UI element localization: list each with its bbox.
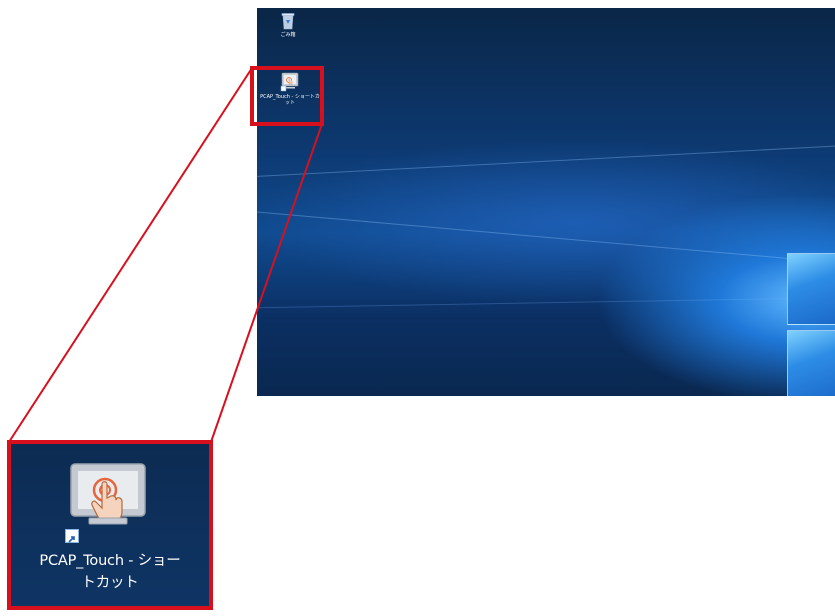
windows-logo-pane (787, 330, 835, 396)
wallpaper-light-streak (257, 208, 835, 271)
connector-line-left (8, 67, 253, 443)
zoomed-shortcut-inset: PCAP_Touch - ショー トカット (7, 440, 213, 610)
shortcut-arrow-glyph (68, 536, 75, 543)
touch-screen-hand-icon[interactable] (65, 462, 151, 532)
wallpaper-light-streak (257, 141, 835, 179)
desktop-icon-recycle-bin[interactable]: ごみ箱 (257, 12, 319, 38)
highlight-box-small (250, 66, 324, 126)
shortcut-label-line1: PCAP_Touch - ショー (39, 553, 181, 569)
windows-desktop: ごみ箱 PCAP_Touch - ショートカット (257, 8, 835, 396)
wallpaper-light-streak (257, 295, 835, 309)
shortcut-label[interactable]: PCAP_Touch - ショー トカット (11, 550, 209, 594)
instruction-figure: ごみ箱 PCAP_Touch - ショートカット PCAP_Touch - ショ… (0, 0, 835, 616)
shortcut-arrow-icon (65, 529, 79, 543)
desktop-icon-label: ごみ箱 (280, 32, 296, 38)
shortcut-label-line2: トカット (81, 575, 139, 591)
windows-logo-pane (787, 253, 835, 325)
recycle-bin-icon (281, 13, 295, 30)
